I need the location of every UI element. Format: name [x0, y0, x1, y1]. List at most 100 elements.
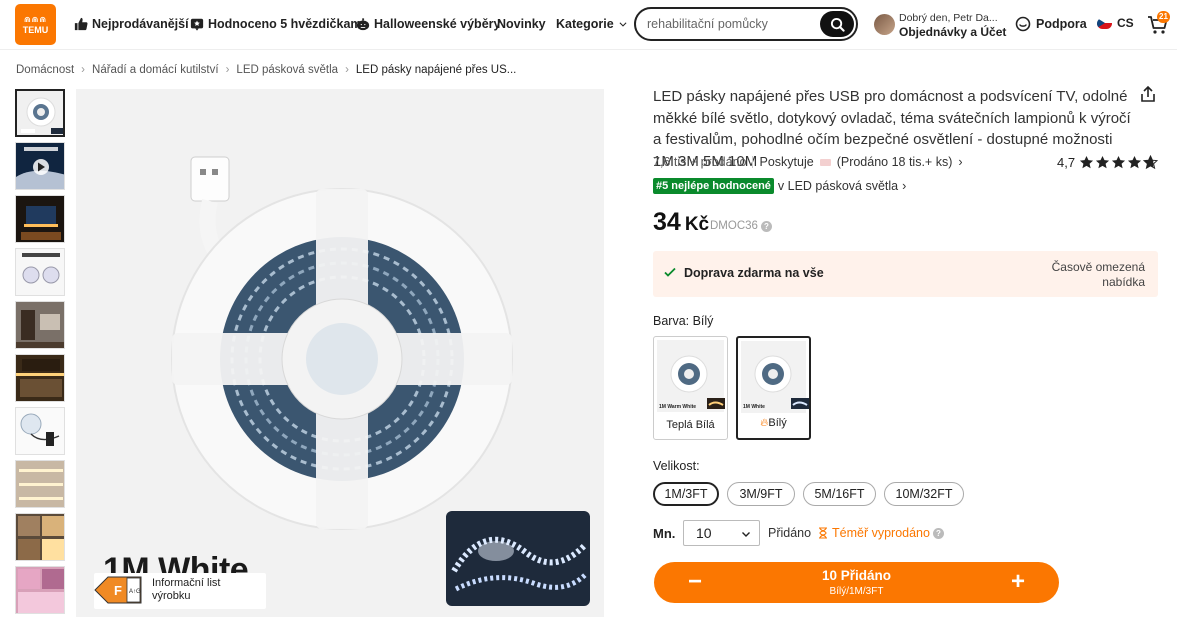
product-specs-thumbnail-icon: [22, 253, 60, 284]
nav-categories[interactable]: Kategorie: [556, 17, 628, 31]
nav-new-arrivals[interactable]: Novinky: [497, 17, 546, 31]
support-chat-icon: [1015, 16, 1031, 32]
help-icon[interactable]: ?: [932, 527, 944, 539]
price-currency: Kč: [684, 214, 710, 235]
hourglass-icon: [819, 527, 827, 539]
breadcrumb-item[interactable]: Nářadí a domácí kutilství: [92, 64, 219, 76]
chevron-down-icon: [742, 532, 750, 537]
color-option-warm-white[interactable]: 1M Warm White Teplá Bílá: [653, 336, 728, 440]
price-value: 34: [653, 208, 681, 236]
support-link[interactable]: Podpora: [1015, 16, 1087, 32]
rating-stars: [1079, 155, 1159, 170]
rating-value: 4,7: [1057, 155, 1076, 170]
share-icon[interactable]: [1139, 85, 1157, 103]
temu-logo[interactable]: ⋒⋒⋒ TEMU: [15, 4, 56, 45]
swatch-label: Teplá Bílá: [666, 419, 715, 431]
thumbnail-video[interactable]: [15, 142, 65, 190]
size-option[interactable]: 10M/32FT: [884, 482, 964, 506]
checkmark-icon: [664, 267, 676, 277]
shipping-banner: Doprava zdarma na vše Časově omezená nab…: [653, 251, 1158, 297]
thumbnail[interactable]: [15, 513, 65, 561]
nav-halloween[interactable]: Halloweenské výběry: [356, 17, 500, 31]
rating-summary[interactable]: 4,7: [1057, 155, 1159, 170]
increase-quantity-button[interactable]: +: [1004, 568, 1032, 596]
size-label: Velikost:: [653, 459, 700, 473]
cart-count-badge: 21: [1157, 11, 1170, 23]
chevron-right-icon: ›: [958, 155, 963, 169]
swatch-label: 🔥︎Bílý: [760, 417, 787, 429]
color-label: Barva: Bílý: [653, 314, 714, 328]
energy-class-text: F: [114, 583, 122, 598]
chevron-down-icon: [619, 22, 627, 27]
color-option-white[interactable]: 1M White 🔥︎Bílý: [736, 336, 811, 440]
cta-variant: Bílý/1M/3FT: [829, 586, 884, 597]
nav-five-star[interactable]: Hodnoceno 5 hvězdičkami: [190, 17, 365, 31]
energy-class-tag-icon: F A↑G: [94, 576, 142, 604]
lit-strip-inset-image: [446, 511, 590, 606]
star-box-icon: [190, 18, 204, 31]
help-icon[interactable]: ?: [760, 220, 772, 232]
swatch-tag: 1M White: [743, 404, 765, 410]
added-text: Přidáno: [768, 526, 812, 540]
provider-sold-link[interactable]: (Prodáno 18 tis.+ ks): [837, 155, 953, 169]
sku-code: DMOC36?: [710, 220, 772, 232]
play-icon: [16, 147, 64, 189]
sales-info: 7,6 tis.+ prodáno Poskytuje (Prodáno 18 …: [653, 155, 963, 169]
best-rated-badge: #5 nejlépe hodnocené: [653, 178, 774, 194]
remote-thumbnail-icon: [20, 413, 60, 446]
quantity-select[interactable]: 10: [683, 520, 760, 546]
best-rated-row[interactable]: #5 nejlépe hodnocené v LED pásková světl…: [653, 178, 906, 194]
divider: [752, 156, 754, 168]
breadcrumb-separator: ›: [81, 64, 86, 76]
search-input[interactable]: [647, 15, 817, 33]
thumbnail[interactable]: [15, 354, 65, 402]
swatch-tag: 1M Warm White: [659, 404, 696, 410]
size-option[interactable]: 1M/3FT: [653, 482, 719, 506]
limited-offer-text: Časově omezená nabídka: [1051, 260, 1145, 289]
add-to-cart-button[interactable]: − 10 Přidáno Bílý/1M/3FT +: [654, 562, 1059, 603]
thumbnail[interactable]: [15, 195, 65, 243]
energy-label[interactable]: F A↑G Informační list výrobku: [94, 573, 266, 609]
swatch-image: 1M White: [741, 341, 809, 413]
breadcrumb-item[interactable]: Domácnost: [16, 64, 74, 76]
avatar: [874, 14, 895, 35]
provider-logo-icon: [819, 158, 831, 166]
cta-added-count: 10 Přidáno: [821, 568, 892, 583]
warm-white-reel-icon: 1M Warm White: [659, 355, 725, 410]
product-info-sheet-link[interactable]: Informační list výrobku: [152, 577, 262, 603]
shelf-thumbnail-icon: [19, 469, 63, 500]
breadcrumb-separator: ›: [225, 64, 230, 76]
star-icon: [1128, 155, 1142, 169]
quantity-value: 10: [696, 525, 712, 541]
search-bar: [634, 7, 858, 41]
cart-button[interactable]: 21: [1147, 11, 1170, 36]
low-stock-notice: Téměř vyprodáno ?: [817, 526, 944, 540]
main-product-image[interactable]: 1M White F A↑G Informační list výrobku: [76, 89, 604, 617]
led-reel-thumbnail-icon: [21, 97, 63, 134]
swatch-image: 1M Warm White: [657, 340, 725, 412]
thumbnail[interactable]: [15, 301, 65, 349]
half-star-icon: [1143, 155, 1159, 170]
czech-flag-icon: [1097, 17, 1112, 29]
provider-label: Poskytuje: [759, 155, 814, 169]
greeting-text: Dobrý den, Petr Da...: [899, 12, 998, 24]
pumpkin-icon: [356, 18, 370, 31]
size-option[interactable]: 5M/16FT: [803, 482, 876, 506]
search-button[interactable]: [820, 11, 854, 37]
thumbnail[interactable]: [15, 566, 65, 614]
size-option[interactable]: 3M/9FT: [727, 482, 795, 506]
thumbnail[interactable]: [15, 407, 65, 455]
price: 34 Kč: [653, 208, 709, 237]
thumbnail[interactable]: [15, 248, 65, 296]
lit-led-strip-icon: [451, 536, 588, 592]
breadcrumb-item[interactable]: LED pásková světla: [236, 64, 338, 76]
thumbnail[interactable]: [15, 89, 65, 137]
thumbnail[interactable]: [15, 460, 65, 508]
orders-account-link[interactable]: Objednávky a Účet: [899, 25, 1006, 39]
language-selector[interactable]: CS: [1097, 16, 1134, 30]
energy-scale-text: A↑G: [129, 589, 141, 595]
pink-room-thumbnail-icon: [18, 569, 64, 613]
star-icon: [1080, 155, 1094, 169]
nav-best-sellers[interactable]: Nejprodávanější: [74, 17, 189, 31]
best-category-link[interactable]: v LED pásková světla: [778, 179, 898, 193]
